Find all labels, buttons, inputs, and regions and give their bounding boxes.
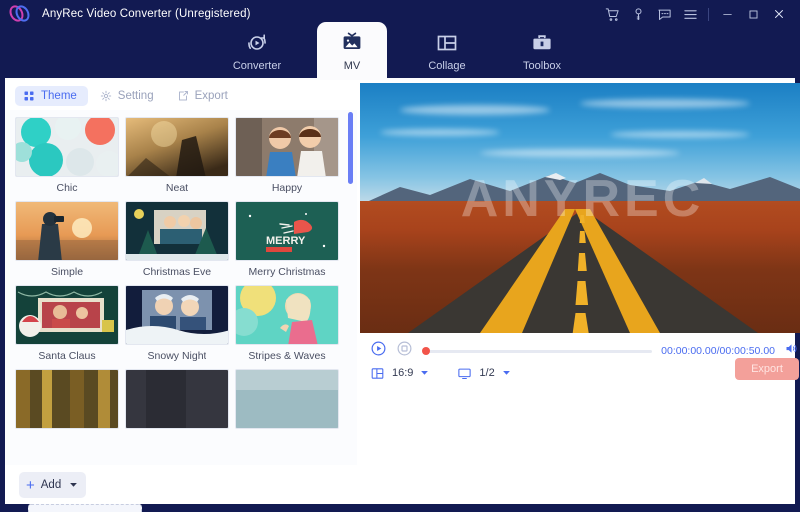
export-arrow-icon: [178, 91, 188, 101]
theme-item-row4-c[interactable]: [234, 369, 340, 434]
monitor-icon: [458, 368, 472, 379]
menu-icon[interactable]: [677, 0, 703, 28]
theme-item-christmas-eve[interactable]: Christmas Eve: [124, 201, 230, 278]
theme-thumbnail: [235, 285, 339, 345]
subtab-setting[interactable]: Setting: [92, 86, 165, 106]
theme-thumbnail: [125, 117, 229, 177]
app-title: AnyRec Video Converter (Unregistered): [42, 8, 251, 20]
theme-thumbnail: [125, 369, 229, 429]
export-button[interactable]: Export: [735, 358, 799, 380]
theme-subtabs: Theme Setting Export: [15, 86, 239, 106]
preview-watermark: ANYREC: [460, 170, 705, 228]
titlebar-divider: [708, 7, 709, 21]
aspect-ratio-icon: [371, 367, 384, 379]
theme-label: Happy: [271, 182, 303, 194]
nav-tab-toolbox[interactable]: Toolbox: [507, 22, 577, 80]
theme-thumbnail: [235, 117, 339, 177]
gear-icon: [100, 90, 111, 102]
nav-tab-collage-label: Collage: [428, 59, 466, 72]
theme-grid-container: Chic Neat Happy Simple Christmas Eve MER…: [5, 110, 357, 465]
theme-item-row4-b[interactable]: [124, 369, 230, 434]
aspect-ratio-value: 16:9: [392, 367, 414, 379]
minimize-icon[interactable]: [714, 0, 740, 28]
titlebar-actions: [599, 0, 800, 28]
close-icon[interactable]: [766, 0, 792, 28]
theme-panel: Theme Setting Export Chic Neat Happy Sim…: [5, 80, 357, 512]
theme-grid: Chic Neat Happy Simple Christmas Eve MER…: [5, 110, 345, 441]
playback-row: 00:00:00.00/00:00:50.00: [370, 340, 799, 362]
key-icon[interactable]: [625, 0, 651, 28]
theme-item-happy[interactable]: Happy: [234, 117, 340, 194]
theme-label: Merry Christmas: [248, 266, 326, 278]
subtab-export[interactable]: Export: [169, 86, 239, 106]
theme-thumbnail: MERRY: [235, 201, 339, 261]
theme-item-merry-christmas[interactable]: MERRY Merry Christmas: [234, 201, 340, 278]
add-media-label: Add: [40, 479, 62, 491]
plus-icon: +: [26, 476, 35, 494]
theme-label: Chic: [56, 182, 78, 194]
theme-item-row4-a[interactable]: [14, 369, 120, 434]
nav-tab-toolbox-label: Toolbox: [523, 59, 561, 72]
add-media-button[interactable]: + Add: [19, 472, 87, 498]
preview-panel: ANYREC 00:00:00.00/00:00:50.00 16:9 1/2 …: [357, 80, 800, 504]
content-panel: Theme Setting Export Chic Neat Happy Sim…: [5, 80, 800, 512]
mv-icon: [343, 32, 361, 49]
theme-item-neat[interactable]: Neat: [124, 117, 230, 194]
chevron-down-icon[interactable]: [420, 364, 429, 382]
theme-label: Simple: [50, 266, 84, 278]
theme-item-stripes-waves[interactable]: Stripes & Waves: [234, 285, 340, 362]
converter-icon: [248, 33, 266, 50]
aspect-ratio-control[interactable]: 16:9: [370, 364, 429, 382]
zoom-level-control[interactable]: 1/2: [457, 364, 510, 382]
theme-scrollbar[interactable]: [348, 112, 353, 460]
toolbox-icon: [533, 34, 551, 49]
nav-tab-collage[interactable]: Collage: [412, 22, 482, 80]
stop-circle-icon[interactable]: [396, 340, 413, 362]
theme-thumbnail: [125, 201, 229, 261]
theme-label: Snowy Night: [147, 350, 207, 362]
theme-label: Stripes & Waves: [248, 350, 326, 362]
chevron-down-icon[interactable]: [69, 476, 78, 494]
nav-tab-converter[interactable]: Converter: [222, 22, 292, 80]
svg-text:MERRY: MERRY: [266, 235, 306, 247]
timecode-display: 00:00:00.00/00:00:50.00: [661, 345, 775, 357]
player-controls: 00:00:00.00/00:00:50.00 16:9 1/2 Export: [360, 336, 800, 398]
theme-label: Santa Claus: [38, 350, 96, 362]
subtab-theme-label: Theme: [41, 90, 77, 102]
chat-icon[interactable]: [651, 0, 677, 28]
grid-dots-icon: [24, 91, 34, 101]
theme-scrollbar-thumb[interactable]: [348, 112, 353, 184]
theme-item-simple[interactable]: Simple: [14, 201, 120, 278]
theme-thumbnail: [15, 369, 119, 429]
nav-tab-mv-label: MV: [343, 59, 361, 72]
collage-icon: [437, 35, 457, 50]
theme-thumbnail: [235, 369, 339, 429]
subtab-setting-label: Setting: [117, 90, 154, 102]
video-preview[interactable]: ANYREC: [360, 83, 800, 333]
theme-thumbnail: [15, 285, 119, 345]
theme-item-santa-claus[interactable]: Santa Claus: [14, 285, 120, 362]
theme-thumbnail: [15, 201, 119, 261]
theme-item-snowy-night[interactable]: Snowy Night: [124, 285, 230, 362]
nav-tab-converter-label: Converter: [232, 59, 282, 72]
theme-thumbnail: [15, 117, 119, 177]
zoom-level-value: 1/2: [479, 367, 495, 379]
main-navigation: Converter MV Collage Toolbox: [222, 22, 577, 80]
chevron-down-icon[interactable]: [502, 364, 511, 382]
theme-label: Neat: [165, 182, 189, 194]
media-dropzone[interactable]: +: [28, 504, 142, 512]
subtab-export-label: Export: [194, 90, 228, 102]
subtab-theme[interactable]: Theme: [15, 86, 88, 106]
play-circle-icon[interactable]: [370, 340, 387, 362]
maximize-icon[interactable]: [740, 0, 766, 28]
theme-label: Christmas Eve: [142, 266, 212, 278]
cart-icon[interactable]: [599, 0, 625, 28]
anyrec-logo-icon: [6, 1, 33, 27]
record-dot-icon[interactable]: [422, 347, 430, 355]
theme-item-chic[interactable]: Chic: [14, 117, 120, 194]
nav-tab-mv[interactable]: MV: [317, 22, 387, 80]
theme-thumbnail: [125, 285, 229, 345]
progress-bar[interactable]: [422, 347, 653, 355]
application-window: AnyRec Video Converter (Unregistered) Co…: [0, 0, 800, 512]
